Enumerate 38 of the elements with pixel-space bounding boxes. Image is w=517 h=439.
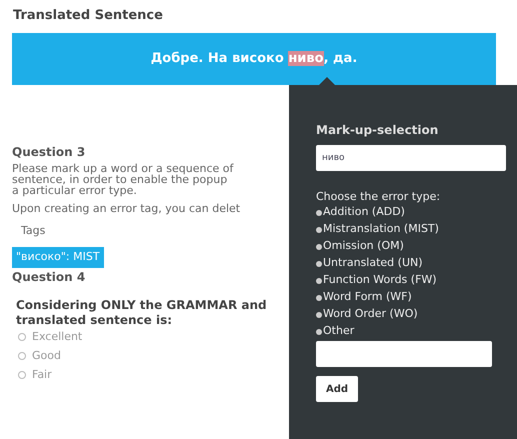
section-title: Translated Sentence bbox=[12, 7, 164, 25]
radio-button[interactable] bbox=[316, 210, 322, 216]
selection-field[interactable]: ниво bbox=[316, 145, 506, 171]
radio-button[interactable] bbox=[18, 352, 26, 360]
question-prompt: Considering ONLY the GRAMMAR and bbox=[15, 298, 268, 312]
error-type-option: Addition (ADD) bbox=[323, 204, 405, 221]
add-button[interactable]: Add bbox=[316, 376, 358, 402]
radio-button[interactable] bbox=[18, 371, 26, 379]
option-label: Fair bbox=[32, 366, 52, 383]
instruction-text: Upon creating an error tag, you can delet bbox=[12, 201, 242, 217]
question-title: Question 3 bbox=[12, 144, 86, 161]
translated-sentence: Добре. На високо ниво, да. bbox=[150, 50, 358, 68]
tags-label: Tags bbox=[20, 223, 46, 239]
radio-button[interactable] bbox=[18, 333, 26, 341]
radio-button[interactable] bbox=[316, 260, 322, 266]
error-type-option: Word Form (WF) bbox=[323, 289, 412, 306]
instruction-text: a particular error type. bbox=[12, 185, 138, 196]
radio-button[interactable] bbox=[316, 294, 322, 300]
radio-button[interactable] bbox=[316, 328, 322, 334]
radio-button[interactable] bbox=[316, 312, 322, 318]
error-type-option: Other bbox=[323, 323, 354, 340]
instruction-text: sentence, in order to enable the popup bbox=[12, 174, 228, 185]
error-type-label: Choose the error type: bbox=[316, 189, 442, 204]
radio-button[interactable] bbox=[316, 278, 322, 284]
error-type-option: Word Order (WO) bbox=[323, 306, 418, 323]
instruction-text: Please mark up a word or a sequence of bbox=[12, 163, 235, 174]
popup-title: Mark-up-selection bbox=[316, 122, 440, 139]
question-title: Question 4 bbox=[12, 268, 86, 286]
error-type-option: Omission (OM) bbox=[323, 238, 404, 255]
radio-button[interactable] bbox=[316, 244, 322, 250]
error-type-option: Function Words (FW) bbox=[323, 272, 437, 289]
option-label: Good bbox=[32, 348, 61, 364]
option-label: Excellent bbox=[32, 328, 82, 345]
error-type-option: Untranslated (UN) bbox=[323, 255, 423, 272]
question-prompt: translated sentence is: bbox=[15, 312, 174, 328]
radio-button[interactable] bbox=[316, 226, 322, 232]
other-field[interactable] bbox=[316, 341, 492, 367]
error-type-option: Mistranslation (MIST) bbox=[323, 221, 439, 238]
